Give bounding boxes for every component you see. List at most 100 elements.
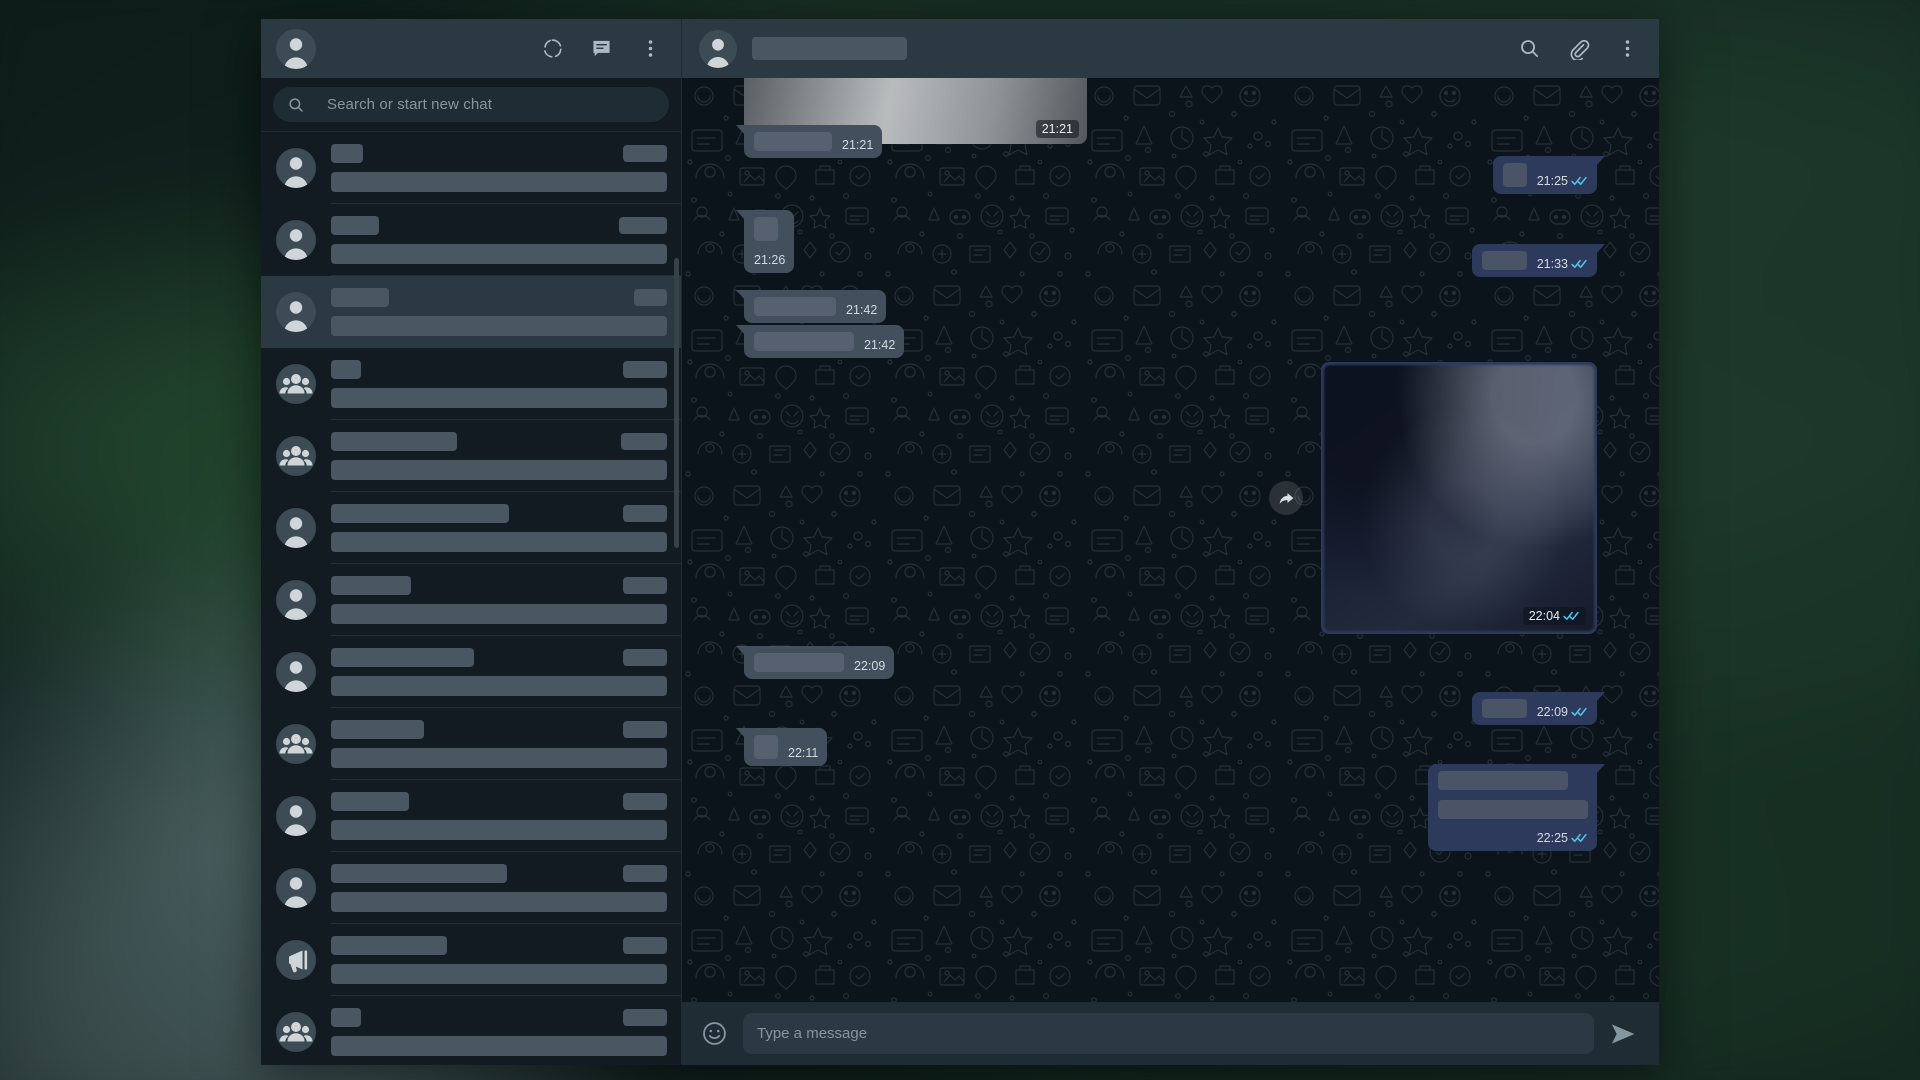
status-button[interactable] [541, 37, 564, 60]
read-receipt-double-check-icon [1571, 706, 1588, 718]
message-bubble[interactable]: 21:21 [744, 125, 882, 158]
chat-item-name [331, 504, 509, 523]
message-bubble[interactable]: 21:42 [744, 290, 886, 323]
chat-list-item[interactable] [261, 852, 681, 924]
forward-button[interactable] [1269, 481, 1303, 515]
message-bubble[interactable]: 21:42 [744, 325, 904, 358]
message-bubble[interactable]: 22:09 [744, 646, 894, 679]
sidebar-header-actions [541, 37, 662, 60]
chat-item-avatar [276, 508, 316, 548]
chat-list-item[interactable] [261, 636, 681, 708]
message-meta: 21:33 [1537, 257, 1588, 271]
person-avatar-icon [276, 508, 316, 548]
message-meta: 21:21 [842, 138, 873, 152]
chat-item-body [331, 636, 681, 708]
chat-item-name [331, 864, 507, 883]
chat-item-body [331, 996, 681, 1065]
chat-list[interactable] [261, 132, 681, 1065]
message-row: 22:25 [744, 764, 1597, 851]
chat-item-preview [331, 532, 667, 552]
message-timestamp: 21:33 [1537, 257, 1568, 271]
person-avatar-icon [276, 580, 316, 620]
message-composer: Type a message [682, 1002, 1659, 1065]
chat-list-item[interactable] [261, 780, 681, 852]
message-bubble[interactable]: 22:25 [1428, 764, 1597, 851]
chat-list-item[interactable] [261, 924, 681, 996]
sidebar-menu-button[interactable] [639, 37, 662, 60]
conversation-header [682, 19, 1659, 78]
paperclip-icon [1567, 37, 1590, 60]
message-meta: 21:42 [846, 303, 877, 317]
chat-item-top-row [331, 360, 667, 379]
chat-item-timestamp [623, 577, 667, 594]
chat-item-avatar [276, 724, 316, 764]
contact-avatar[interactable] [699, 30, 737, 68]
message-list: 21:2121:2121:2521:2621:3321:4221:4222:04… [682, 78, 1659, 1002]
chat-item-preview [331, 172, 667, 192]
chat-item-preview [331, 388, 667, 408]
message-row: 21:42 [744, 325, 1597, 358]
message-meta: 22:09 [854, 659, 885, 673]
chat-list-item[interactable] [261, 492, 681, 564]
chat-item-body [331, 852, 681, 924]
chat-item-top-row [331, 288, 667, 307]
conversation-menu-button[interactable] [1616, 37, 1639, 60]
chat-list-item[interactable] [261, 564, 681, 636]
attach-button[interactable] [1567, 37, 1590, 60]
chat-list-scrollbar[interactable] [674, 258, 679, 548]
chat-list-item[interactable] [261, 996, 681, 1065]
chat-list-panel: Search or start new chat [261, 19, 682, 1065]
sidebar-header [261, 19, 681, 78]
chat-item-body [331, 492, 681, 564]
three-dot-menu-icon [1616, 37, 1639, 60]
emoji-button[interactable] [701, 1020, 728, 1047]
profile-avatar[interactable] [276, 29, 316, 69]
chat-item-name [331, 936, 447, 955]
chat-item-top-row [331, 504, 667, 523]
send-button[interactable] [1609, 1020, 1637, 1048]
chat-item-top-row [331, 432, 667, 451]
message-bubble[interactable]: 21:25 [1493, 156, 1597, 194]
message-bubble[interactable]: 22:11 [744, 728, 827, 766]
chat-item-avatar [276, 652, 316, 692]
message-row: 21:42 [744, 290, 1597, 323]
chat-item-preview [331, 748, 667, 768]
person-avatar-icon [276, 29, 316, 69]
chat-list-item[interactable] [261, 708, 681, 780]
new-chat-button[interactable] [590, 37, 613, 60]
chat-item-body [331, 420, 681, 492]
chat-item-name [331, 720, 424, 739]
chat-list-item[interactable] [261, 204, 681, 276]
message-text-line [754, 653, 844, 672]
message-bubble[interactable]: 22:09 [1472, 692, 1597, 725]
chat-item-name [331, 1008, 361, 1027]
person-avatar-icon [276, 220, 316, 260]
person-avatar-icon [276, 652, 316, 692]
chat-item-avatar [276, 580, 316, 620]
chat-item-preview [331, 1036, 667, 1056]
person-avatar-icon [699, 30, 737, 68]
message-row: 21:33 [744, 244, 1597, 277]
message-bubble[interactable]: 21:33 [1472, 244, 1597, 277]
message-meta: 22:04 [1523, 607, 1586, 625]
chat-list-item[interactable] [261, 348, 681, 420]
person-avatar-icon [276, 868, 316, 908]
search-chat-button[interactable] [1518, 37, 1541, 60]
message-timestamp: 22:09 [1537, 705, 1568, 719]
chat-list-item[interactable] [261, 276, 681, 348]
chat-item-name [331, 792, 409, 811]
image-message-bubble[interactable]: 22:04 [1321, 362, 1597, 634]
message-area[interactable]: 21:2121:2121:2521:2621:3321:4221:4222:04… [682, 78, 1659, 1002]
chat-item-body [331, 276, 681, 348]
chat-item-name [331, 432, 457, 451]
message-meta: 21:25 [1537, 174, 1588, 188]
chat-item-name [331, 360, 361, 379]
search-input[interactable]: Search or start new chat [273, 87, 669, 122]
message-row: 22:04 [744, 362, 1597, 634]
message-text-line [1482, 699, 1527, 718]
chat-list-item[interactable] [261, 420, 681, 492]
chat-item-top-row [331, 720, 667, 739]
chat-list-item[interactable] [261, 132, 681, 204]
chat-item-preview [331, 316, 667, 336]
message-input[interactable]: Type a message [743, 1013, 1594, 1054]
